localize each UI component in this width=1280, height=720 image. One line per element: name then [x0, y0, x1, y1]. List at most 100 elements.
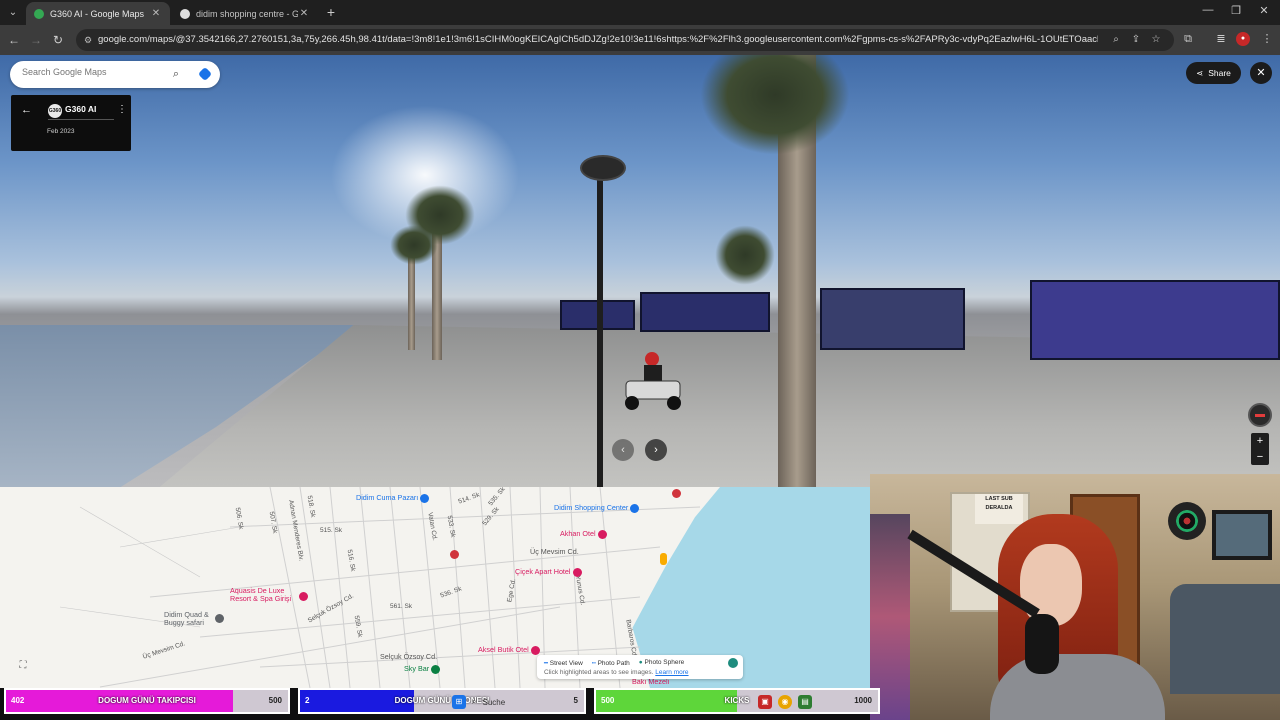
search-icon[interactable]: ⌕ [169, 67, 183, 81]
close-tab-icon[interactable]: ✕ [150, 8, 162, 19]
zoom-in-icon[interactable]: + [1251, 433, 1269, 449]
maps-favicon-icon [34, 8, 44, 19]
poi-didim-cuma-pazari[interactable]: Didim Cuma Pazarı [356, 493, 432, 503]
search-input[interactable] [22, 67, 162, 77]
goal-bar-followers: 402 DOGUM GÜNÜ TAKIPCISI 500 [4, 688, 290, 714]
url-text[interactable]: google.com/maps/@37.3542166,27.2760151,3… [98, 34, 1098, 45]
divider [48, 119, 114, 120]
pegman-icon[interactable] [660, 553, 667, 565]
address-bar: ← → ↻ ⚙ google.com/maps/@37.3542166,27.2… [0, 25, 1280, 55]
goal-label: KICKS [724, 696, 750, 705]
zoom-icon[interactable]: ⌕ [1110, 34, 1122, 46]
reload-icon[interactable]: ↻ [50, 32, 66, 48]
poi-aquasis[interactable]: Aquasis De Luxe Resort & Spa Girişi [230, 587, 302, 603]
mobility-scooter [625, 352, 681, 410]
street-view-legend: ━ Street View [544, 660, 583, 667]
goal-label: DOGUM GÜNÜ ABONESI [394, 696, 490, 705]
learn-more-link[interactable]: Learn more [655, 669, 688, 676]
lamp-head [580, 155, 626, 181]
hotel-pin-icon [597, 529, 607, 539]
maximize-icon[interactable]: ❐ [1228, 4, 1244, 17]
goal-bars: 402 DOGUM GÜNÜ TAKIPCISI 500 2 DOGUM GÜN… [0, 688, 880, 720]
layers-hint: Click highlighted areas to see images. L… [544, 669, 689, 676]
back-icon[interactable]: ← [6, 32, 22, 48]
app-icon[interactable]: ▣ [758, 695, 772, 709]
close-tab-icon[interactable]: ✕ [298, 8, 310, 19]
streamer [990, 514, 1165, 720]
close-window-icon[interactable]: ✕ [1256, 4, 1272, 17]
hotel-pin-icon [530, 645, 540, 655]
taskbar-apps: ▣ ◉ ▤ [758, 693, 812, 711]
google-favicon-icon [180, 8, 190, 19]
goal-bar-subs: 2 DOGUM GÜNÜ ABONESI 5 [298, 688, 586, 714]
compass-icon[interactable] [1248, 403, 1272, 427]
windows-start-icon[interactable]: ⊞ [452, 695, 466, 709]
poi-sky-bar[interactable]: Sky Bar [404, 664, 443, 674]
goal-max: 5 [573, 696, 578, 705]
taskbar-search-icon: ⌕ [472, 697, 477, 706]
street-label: 561. Sk [390, 603, 413, 610]
hotel-pin-icon[interactable] [299, 592, 308, 601]
tab-title: didim shopping centre - Google [196, 8, 298, 19]
taskbar-search[interactable]: ⊞ ⌕ Suche [452, 693, 505, 711]
maps-app-icon[interactable]: ▤ [798, 695, 812, 709]
goal-max: 1000 [854, 696, 872, 705]
streamer-webcam: LAST SUB DERALDA [870, 474, 1280, 720]
poi-akhan-otel[interactable]: Akhan Otel [560, 529, 610, 539]
tab-search-icon[interactable]: ⌄ [4, 4, 22, 22]
poi-aksel-butik-otel[interactable]: Aksel Butik Otel [478, 645, 543, 655]
picture-frame [1212, 510, 1272, 560]
previous-arrow-button[interactable]: ‹ [612, 439, 634, 461]
tab-bar: ⌄ G360 AI - Google Maps ✕ didim shopping… [0, 0, 1280, 25]
goal-label: DOGUM GÜNÜ TAKIPCISI [98, 696, 196, 705]
omnibox[interactable]: ⚙ google.com/maps/@37.3542166,27.2760151… [76, 29, 1174, 51]
layers-toggle[interactable] [728, 658, 738, 668]
street-view-panorama[interactable] [0, 55, 1280, 487]
couch [1170, 584, 1280, 694]
more-options-icon[interactable]: ⋮ [117, 104, 127, 115]
profile-avatar-icon[interactable]: ● [1236, 32, 1250, 46]
street-uc-mevsim: Üç Mevsim Cd. [530, 547, 579, 556]
street-view-layers-card[interactable]: ━ Street View ┅ Photo Path ● Photo Spher… [537, 655, 743, 679]
expand-map-icon[interactable]: ⛶ [17, 660, 29, 672]
market-pin-icon [420, 493, 430, 503]
bookmark-star-icon[interactable]: ☆ [1150, 34, 1162, 46]
dartboard [1168, 502, 1206, 540]
photo-path-legend: ┅ Photo Path [591, 660, 630, 667]
poi-didim-shopping-center[interactable]: Didim Shopping Center [554, 503, 642, 513]
install-icon[interactable]: ⇪ [1130, 34, 1142, 46]
capture-date: Feb 2023 [47, 128, 75, 135]
close-street-view-button[interactable]: ✕ [1250, 62, 1272, 84]
back-arrow-icon[interactable]: ← [21, 104, 32, 116]
avatar[interactable]: G360 [48, 104, 62, 118]
microphone [1025, 614, 1059, 674]
share-button[interactable]: ⋖ Share [1186, 62, 1241, 84]
directions-icon[interactable] [197, 66, 213, 82]
minimize-icon[interactable]: — [1200, 4, 1216, 16]
forward-icon[interactable]: → [28, 32, 44, 48]
menu-icon[interactable]: ⋮ [1260, 32, 1274, 46]
goal-max: 500 [268, 696, 282, 705]
zoom-control: + − [1251, 433, 1269, 465]
restaurant-pin-icon[interactable] [672, 489, 681, 498]
new-tab-icon[interactable]: + [323, 4, 339, 20]
zoom-out-icon[interactable]: − [1251, 449, 1269, 465]
tab-google-maps[interactable]: G360 AI - Google Maps ✕ [26, 2, 170, 25]
share-label: Share [1208, 68, 1231, 78]
poi-quad-buggy[interactable]: Didim Quad & Buggy safari [164, 611, 220, 627]
tab-google-search[interactable]: didim shopping centre - Google ✕ [172, 2, 318, 25]
photo-sphere-legend: ● Photo Sphere [638, 659, 685, 666]
bar-pin-icon [431, 664, 441, 674]
site-info-icon[interactable]: ⚙ [82, 34, 94, 46]
extensions-icon[interactable]: ⧉ [1181, 32, 1195, 46]
goal-bar-kicks: 500 KICKS 1000 [594, 688, 880, 714]
next-arrow-button[interactable]: › [645, 439, 667, 461]
contributor-card: ← G360 G360 AI ⋮ Feb 2023 [11, 95, 131, 151]
taskbar-search-label: Suche [482, 697, 506, 707]
activity-pin-icon[interactable] [215, 614, 224, 623]
contributor-name[interactable]: G360 AI [65, 104, 96, 114]
hospital-pin-icon[interactable] [450, 550, 459, 559]
chrome-icon[interactable]: ◉ [778, 695, 792, 709]
search-box[interactable]: ⌕ [10, 61, 220, 88]
media-icon[interactable]: ≣ [1214, 32, 1228, 46]
